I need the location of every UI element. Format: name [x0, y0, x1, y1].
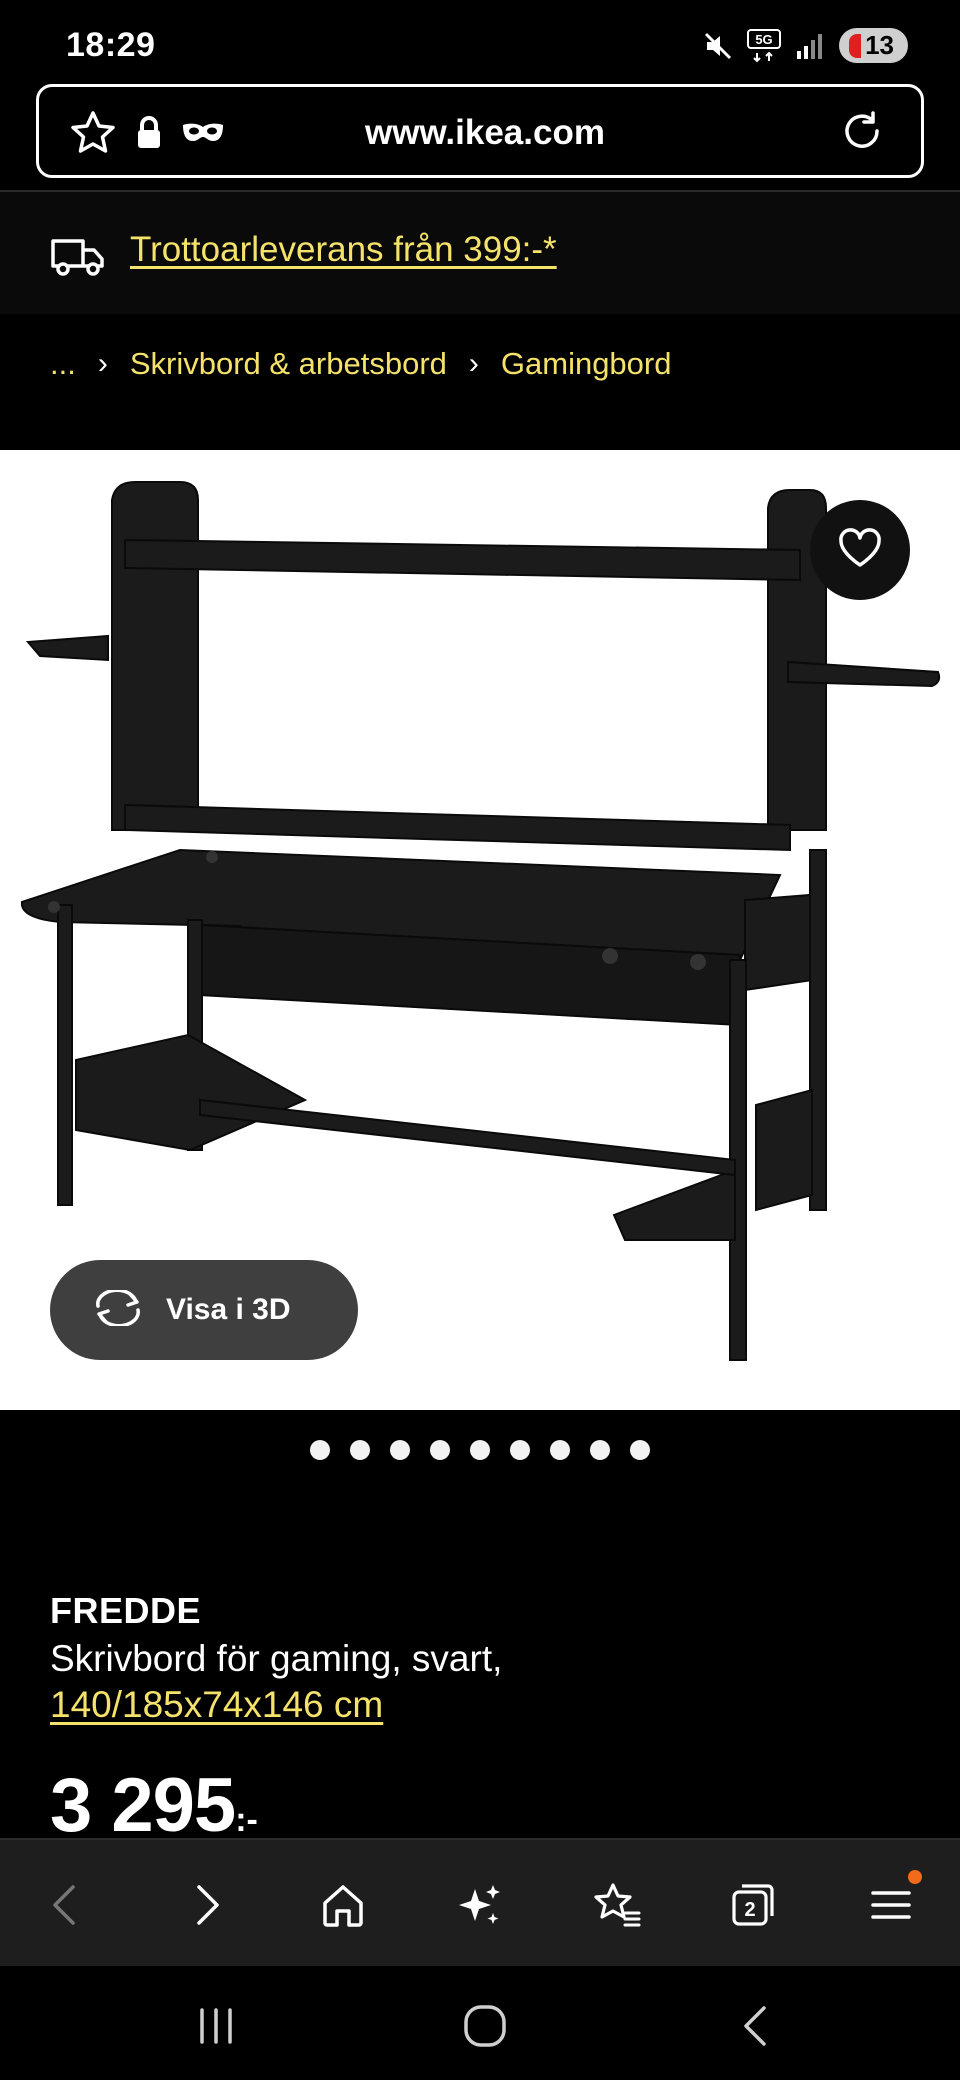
- carousel-dot[interactable]: [470, 1440, 490, 1460]
- breadcrumb: [0, 314, 960, 450]
- delivery-link[interactable]: Trottoarleverans från 399:-*: [130, 230, 557, 270]
- breadcrumb-items: ... › Skrivbord & arbetsbord › Gamingbor…: [50, 346, 671, 382]
- view-in-3d-label: Visa i 3D: [166, 1293, 291, 1326]
- carousel-dot[interactable]: [430, 1440, 450, 1460]
- ai-sparkle-icon[interactable]: [444, 1870, 514, 1940]
- status-bar: 18:29 5G 13: [0, 0, 960, 84]
- forward-icon[interactable]: [172, 1870, 242, 1940]
- price-suffix: :-: [235, 1801, 258, 1839]
- signal-icon: [795, 31, 825, 61]
- breadcrumb-separator: ›: [468, 347, 479, 380]
- product-description: Skrivbord för gaming, svart,: [50, 1638, 503, 1679]
- carousel-dot[interactable]: [510, 1440, 530, 1460]
- carousel-dot[interactable]: [350, 1440, 370, 1460]
- price-value: 3 295: [50, 1763, 236, 1848]
- nav-back-icon[interactable]: [726, 1996, 786, 2056]
- status-icons: 5G 13: [703, 28, 908, 63]
- carousel-dot[interactable]: [310, 1440, 330, 1460]
- network-label: 5G: [755, 32, 772, 47]
- truck-icon: [50, 236, 106, 283]
- recent-apps-icon[interactable]: [186, 1996, 246, 2056]
- image-carousel-dots: [0, 1410, 960, 1490]
- home-circle-icon[interactable]: [455, 1996, 515, 2056]
- tabs-icon[interactable]: 2: [718, 1870, 788, 1940]
- product-dimensions-link[interactable]: 140/185x74x146 cm: [50, 1684, 383, 1726]
- home-icon[interactable]: [308, 1870, 378, 1940]
- battery-level: 13: [865, 30, 894, 60]
- breadcrumb-item-desks[interactable]: Skrivbord & arbetsbord: [130, 346, 447, 382]
- heart-icon: [837, 527, 883, 574]
- system-navigation-bar: [0, 1966, 960, 2080]
- status-time: 18:29: [66, 26, 156, 64]
- carousel-dot[interactable]: [390, 1440, 410, 1460]
- breadcrumb-separator: ›: [97, 347, 108, 380]
- breadcrumb-item-gaming-desks[interactable]: Gamingbord: [501, 346, 672, 382]
- menu-notification-dot: [908, 1870, 922, 1884]
- reload-icon[interactable]: [839, 109, 887, 162]
- product-price: 3 295 :-: [50, 1762, 258, 1849]
- mute-icon: [703, 31, 733, 61]
- breadcrumb-ellipsis[interactable]: ...: [50, 346, 76, 382]
- url-text[interactable]: www.ikea.com: [39, 113, 921, 153]
- rotate-icon: [92, 1288, 144, 1331]
- delivery-banner: Trottoarleverans från 399:-*: [0, 192, 960, 314]
- product-image[interactable]: Visa i 3D: [0, 450, 960, 1410]
- view-in-3d-button[interactable]: Visa i 3D: [50, 1260, 358, 1360]
- browser-toolbar: 2: [0, 1838, 960, 1966]
- battery-icon: 13: [839, 28, 908, 63]
- 5g-icon: 5G: [747, 28, 782, 63]
- tab-count: 2: [744, 1899, 755, 1921]
- back-icon[interactable]: [30, 1870, 100, 1940]
- address-bar[interactable]: www.ikea.com: [36, 84, 924, 178]
- menu-icon[interactable]: [856, 1870, 926, 1940]
- favorite-button[interactable]: [810, 500, 910, 600]
- product-name: FREDDE: [50, 1590, 202, 1631]
- carousel-dot[interactable]: [590, 1440, 610, 1460]
- bookmarks-icon[interactable]: [582, 1870, 652, 1940]
- product-info: FREDDE Skrivbord för gaming, svart, 140/…: [50, 1590, 910, 1726]
- carousel-dot[interactable]: [550, 1440, 570, 1460]
- carousel-dot[interactable]: [630, 1440, 650, 1460]
